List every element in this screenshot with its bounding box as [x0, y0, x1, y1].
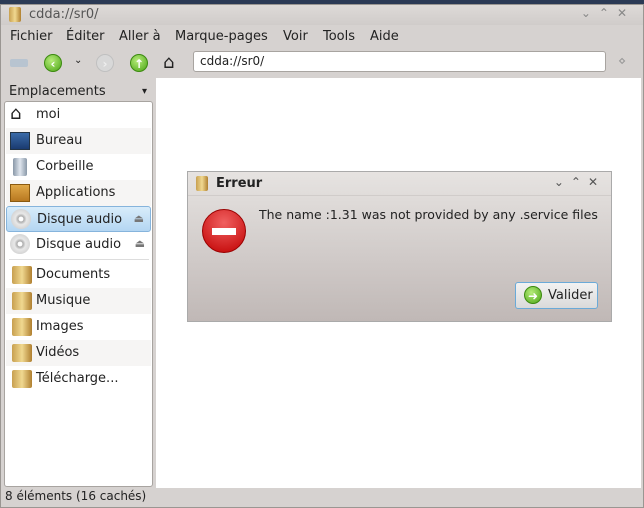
menu-aide[interactable]: Aide: [370, 29, 399, 44]
close-button[interactable]: ✕: [588, 175, 605, 189]
desktop-icon: [10, 132, 30, 150]
folder-icon: [12, 292, 32, 310]
maximize-button[interactable]: ⌃: [571, 175, 588, 189]
place-label: Disque audio: [37, 212, 123, 227]
place-label: Disque audio: [36, 237, 122, 252]
cd-icon: [10, 234, 30, 254]
maximize-button[interactable]: ⌃: [599, 6, 617, 20]
address-input[interactable]: cdda://sr0/: [193, 51, 606, 72]
places-header[interactable]: Emplacements ▾: [3, 81, 153, 103]
folder-icon: [12, 318, 32, 336]
forward-button[interactable]: ›: [96, 54, 114, 72]
places-panel: ⌂ moi Bureau Corbeille Applications Disqu…: [4, 101, 153, 487]
minimize-button[interactable]: ⌄: [581, 6, 599, 20]
places-title: Emplacements: [9, 84, 106, 99]
place-label: Télécharge...: [36, 371, 119, 386]
up-button[interactable]: ↑: [130, 54, 148, 72]
folder-icon: [12, 266, 32, 284]
valider-label: Valider: [548, 288, 593, 303]
eject-icon[interactable]: ⏏: [134, 212, 144, 225]
minimize-button[interactable]: ⌄: [554, 175, 571, 189]
place-applications[interactable]: Applications: [6, 180, 151, 206]
window-title: cdda://sr0/: [29, 7, 99, 22]
menu-editer[interactable]: Éditer: [66, 29, 105, 44]
place-disque-audio-1[interactable]: Disque audio ⏏: [6, 206, 151, 232]
close-button[interactable]: ✕: [617, 6, 635, 20]
place-bureau[interactable]: Bureau: [6, 128, 151, 154]
separator: [9, 259, 149, 260]
home-button[interactable]: ⌂: [163, 52, 174, 73]
menu-marque-pages[interactable]: Marque-pages: [175, 29, 268, 44]
arrow-right-icon: ➜: [524, 286, 542, 304]
place-documents[interactable]: Documents: [6, 262, 151, 288]
folder-icon: [9, 7, 21, 22]
place-label: Documents: [36, 267, 111, 282]
menu-tools[interactable]: Tools: [323, 29, 355, 44]
valider-button[interactable]: ➜ Valider: [515, 282, 598, 309]
place-label: Musique: [36, 293, 91, 308]
menu-aller[interactable]: Aller à: [119, 29, 161, 44]
error-message: The name :1.31 was not provided by any .…: [259, 207, 598, 222]
place-label: Applications: [36, 185, 116, 200]
place-moi[interactable]: ⌂ moi: [6, 102, 151, 128]
error-icon: [202, 209, 246, 253]
place-label: Images: [36, 319, 84, 334]
folder-icon: [12, 344, 32, 362]
folder-icon: [12, 370, 32, 388]
title-bar: cdda://sr0/ ⌄⌃✕: [1, 5, 643, 25]
menu-fichier[interactable]: Fichier: [10, 29, 53, 44]
menu-bar: Fichier Éditer Aller à Marque-pages Voir…: [1, 26, 643, 48]
place-label: moi: [36, 107, 61, 122]
place-musique[interactable]: Musique: [6, 288, 151, 314]
error-dialog: Erreur ⌄⌃✕ The name :1.31 was not provid…: [187, 171, 612, 322]
place-label: Vidéos: [36, 345, 80, 360]
status-bar: 8 éléments (16 cachés): [5, 489, 147, 503]
cd-icon: [11, 209, 31, 229]
toolbar: ‹ ⌄ › ↑ ⌂ cdda://sr0/ ⋄: [1, 49, 643, 77]
dialog-title: Erreur: [216, 176, 263, 191]
back-button[interactable]: ‹: [44, 54, 62, 72]
place-label: Bureau: [36, 133, 83, 148]
place-corbeille[interactable]: Corbeille: [6, 154, 151, 180]
history-dropdown-icon[interactable]: ⌄: [74, 55, 82, 66]
new-tab-icon[interactable]: [10, 59, 28, 67]
applications-icon: [10, 184, 30, 202]
menu-voir[interactable]: Voir: [283, 29, 308, 44]
trash-icon: [13, 158, 27, 176]
go-icon[interactable]: ⋄: [618, 54, 626, 69]
home-icon: ⌂: [10, 103, 22, 124]
chevron-down-icon[interactable]: ▾: [142, 86, 147, 97]
folder-icon: [196, 176, 208, 191]
place-videos[interactable]: Vidéos: [6, 340, 151, 366]
place-telechargements[interactable]: Télécharge...: [6, 366, 151, 392]
place-images[interactable]: Images: [6, 314, 151, 340]
place-label: Corbeille: [36, 159, 94, 174]
eject-icon[interactable]: ⏏: [135, 237, 145, 250]
place-disque-audio-2[interactable]: Disque audio ⏏: [6, 232, 151, 258]
